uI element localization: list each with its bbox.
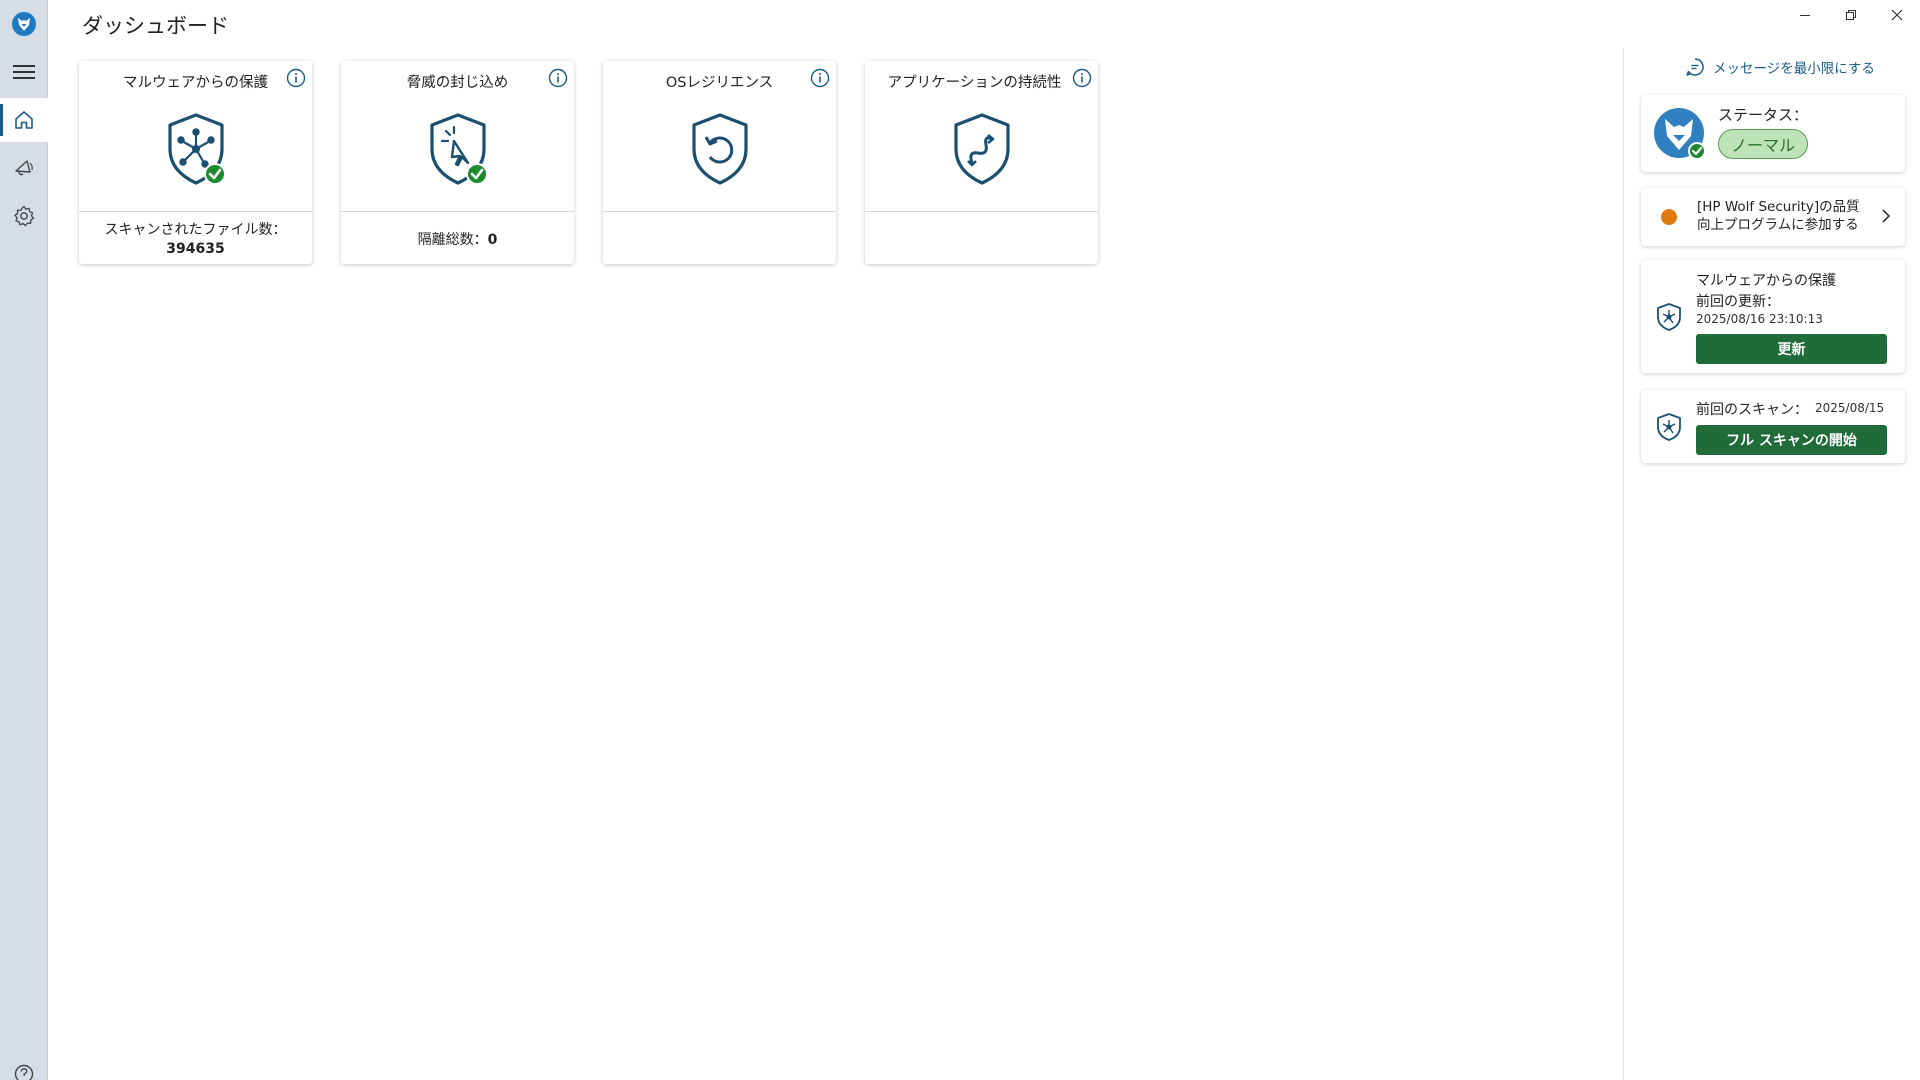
card-title: 脅威の封じ込め (406, 75, 509, 91)
nav-settings[interactable] (0, 194, 48, 238)
minimize-messages-link[interactable]: メッセージを最小限にする (1685, 56, 1875, 78)
card-footer: 隔離総数：0 (341, 231, 574, 250)
menu-icon (13, 65, 35, 79)
right-panel-divider (1623, 48, 1624, 1080)
malware-shield-small-icon (1657, 303, 1681, 331)
card-divider (79, 211, 312, 212)
page-title: ダッシュボード (82, 14, 229, 38)
chevron-right-icon (1882, 209, 1891, 223)
home-icon (15, 111, 33, 129)
quality-program-panel[interactable]: [HP Wolf Security]の品質向上プログラムに参加する (1641, 188, 1905, 246)
card-threat-containment[interactable]: 脅威の封じ込め 隔離総数：0 (341, 61, 574, 264)
malware-shield-icon (168, 113, 226, 185)
wolf-status-icon (1654, 108, 1706, 160)
window-close-button[interactable] (1874, 0, 1920, 30)
card-title: OSレジリエンス (665, 75, 774, 91)
nav-home[interactable] (0, 98, 48, 142)
window-minimize-button[interactable] (1782, 0, 1828, 30)
menu-button[interactable] (0, 50, 48, 94)
settings-icon (14, 205, 35, 227)
last-scan-value: 2025/08/15 (1815, 401, 1885, 415)
minimize-messages-label: メッセージを最小限にする (1713, 61, 1875, 77)
status-badge: ノーマル (1718, 129, 1808, 159)
notice-dot-icon (1661, 209, 1677, 225)
card-title: アプリケーションの持続性 (887, 75, 1062, 91)
card-malware-protection[interactable]: マルウェアからの保護 スキャンされたファイル数： 394635 (79, 61, 312, 264)
card-footer: スキャンされたファイル数： 394635 (79, 221, 312, 259)
quarantine-total-label: 隔離総数： (417, 232, 488, 248)
notifications-icon (15, 160, 33, 176)
update-button[interactable]: 更新 (1696, 334, 1887, 364)
card-divider (865, 211, 1098, 212)
wolf-logo-icon (12, 12, 36, 36)
info-icon[interactable] (1072, 68, 1092, 88)
malware-update-panel: マルウェアからの保護 前回の更新： 2025/08/16 23:10:13 更新 (1641, 260, 1905, 373)
window-restore-button[interactable] (1828, 0, 1874, 30)
last-update-value: 2025/08/16 23:10:13 (1696, 312, 1823, 326)
quarantine-total-count: 0 (487, 232, 498, 248)
scanned-files-label: スキャンされたファイル数： (104, 222, 287, 238)
threat-shield-icon (430, 113, 488, 185)
app-window: ダッシュボード マルウェアからの保護 スキャンされたファイル数： 394635 … (0, 0, 1920, 1080)
nav-help[interactable] (0, 1062, 48, 1080)
last-update-label: 前回の更新： (1696, 294, 1780, 310)
info-icon[interactable] (810, 68, 830, 88)
minimize-icon (1800, 15, 1810, 16)
status-panel: ステータス： ノーマル (1641, 95, 1905, 172)
os-resilience-shield-icon (692, 113, 748, 185)
card-divider (603, 211, 836, 212)
quality-program-text: [HP Wolf Security]の品質向上プログラムに参加する (1697, 199, 1860, 233)
scanned-files-count: 394635 (166, 241, 225, 257)
card-os-resilience[interactable]: OSレジリエンス (603, 61, 836, 264)
restore-icon (1846, 10, 1856, 20)
card-title: マルウェアからの保護 (123, 75, 268, 91)
card-divider (341, 211, 574, 212)
info-icon[interactable] (286, 68, 306, 88)
status-label: ステータス： (1718, 106, 1809, 124)
scan-shield-small-icon (1657, 413, 1681, 441)
start-full-scan-button[interactable]: フル スキャンの開始 (1696, 425, 1887, 455)
close-icon (1891, 9, 1903, 21)
card-application-persistence[interactable]: アプリケーションの持続性 (865, 61, 1098, 264)
scan-panel: 前回のスキャン： 2025/08/15 フル スキャンの開始 (1641, 390, 1905, 463)
nav-notifications[interactable] (0, 146, 48, 190)
left-nav-rail (0, 0, 48, 1080)
message-icon (1686, 58, 1704, 76)
last-scan-label: 前回のスキャン： (1696, 402, 1808, 418)
malware-protection-title: マルウェアからの保護 (1696, 273, 1836, 289)
app-persistence-shield-icon (954, 113, 1010, 185)
info-icon[interactable] (548, 68, 568, 88)
help-icon (14, 1064, 34, 1080)
